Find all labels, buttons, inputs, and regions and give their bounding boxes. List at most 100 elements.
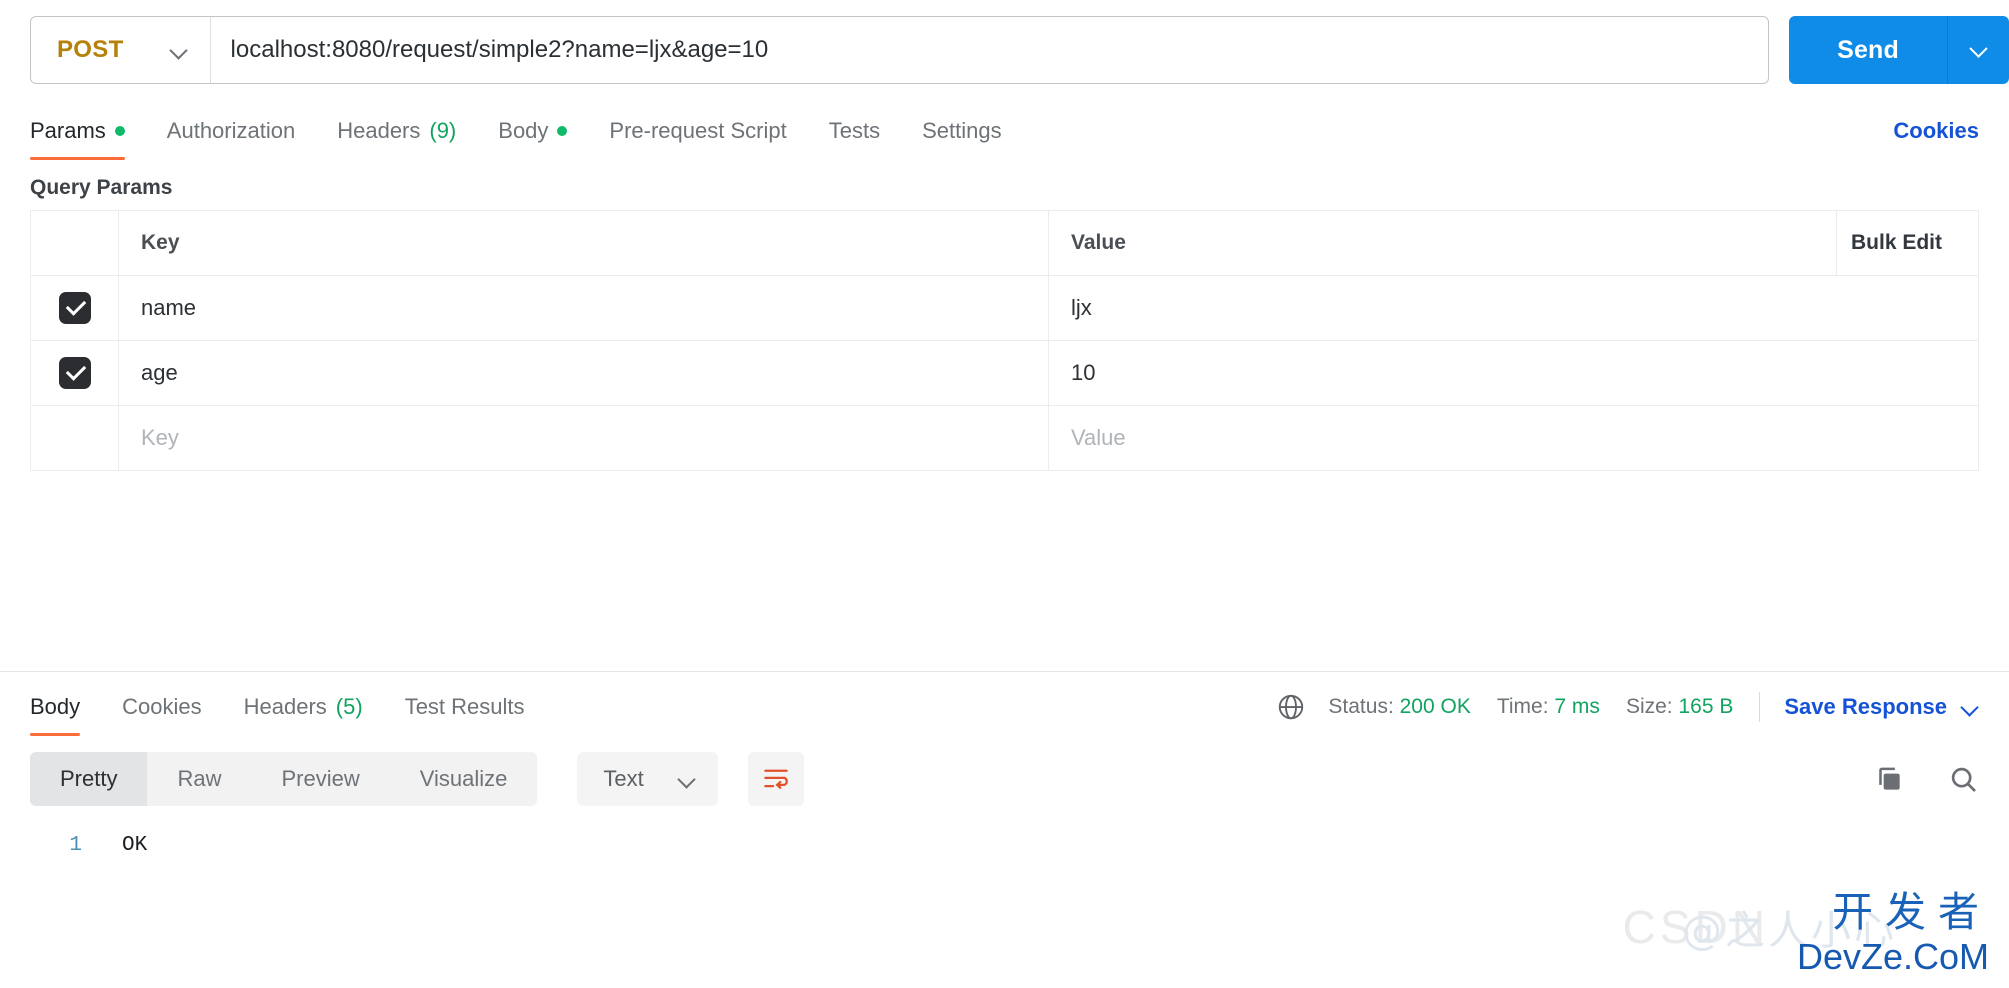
response-tab-test-results[interactable]: Test Results: [405, 694, 525, 736]
watermark-csdn: CSDN: [1622, 901, 1769, 953]
param-key-input[interactable]: age: [118, 340, 1049, 406]
view-mode-pretty[interactable]: Pretty: [30, 752, 148, 806]
watermark-chinese: 开发者: [1832, 888, 1991, 936]
table-body: name ljx age 10 Key Value: [30, 275, 1979, 471]
response-toolbar-actions: [1873, 763, 1979, 795]
response-meta: Status: 200 OK Time: 7 ms Size: 165 B Sa…: [1276, 692, 1979, 722]
request-tab-pre-request-script[interactable]: Pre-request Script: [609, 118, 786, 160]
url-bar: POST: [30, 16, 1770, 84]
table-header: Key Value Bulk Edit: [30, 210, 1979, 276]
watermark-domain: DevZe.CoM: [1796, 936, 1989, 977]
table-row: age 10: [30, 340, 1979, 406]
chevron-down-icon: [170, 41, 188, 59]
tab-label: Authorization: [166, 118, 296, 143]
size-badge: Size: 165 B: [1626, 695, 1733, 719]
response-tab-body[interactable]: Body: [30, 694, 81, 736]
size-label: Size:: [1625, 695, 1673, 718]
request-tab-params[interactable]: Params: [30, 118, 125, 160]
send-button[interactable]: Send: [1789, 16, 1947, 84]
chevron-down-icon: [678, 770, 696, 788]
view-mode-visualize[interactable]: Visualize: [390, 752, 538, 806]
query-params-table: Key Value Bulk Edit name ljx age 10 Key Value: [30, 210, 1979, 471]
line-number: 1: [69, 834, 82, 857]
copy-icon[interactable]: [1873, 763, 1905, 795]
save-response-label: Save Response: [1784, 694, 1947, 719]
row-checkbox-cell: [30, 275, 119, 341]
request-tab-body[interactable]: Body: [498, 118, 568, 160]
save-response-button[interactable]: Save Response: [1784, 694, 1979, 720]
code-content: OK: [90, 834, 147, 857]
request-bar: POST Send: [0, 0, 2009, 98]
row-checkbox-cell-empty[interactable]: [30, 405, 119, 471]
request-tab-headers[interactable]: Headers (9): [337, 118, 456, 160]
tab-label: Headers: [337, 118, 421, 143]
tab-count: (5): [335, 694, 363, 719]
tab-modified-dot-icon: [114, 126, 125, 136]
time-badge: Time: 7 ms: [1497, 695, 1600, 719]
checkbox-checked-icon[interactable]: [58, 357, 91, 389]
meta-divider: [1759, 692, 1761, 722]
column-header-key: Key: [118, 210, 1049, 276]
time-label: Time:: [1496, 695, 1549, 718]
tab-modified-dot-icon: [557, 126, 568, 136]
watermark-ghost-text: @之人小心: [1682, 908, 1897, 954]
word-wrap-button[interactable]: [747, 752, 804, 806]
chevron-down-icon: [1970, 39, 1988, 57]
view-mode-raw[interactable]: Raw: [147, 752, 251, 806]
new-param-key-input[interactable]: Key: [118, 405, 1049, 471]
bulk-edit-button[interactable]: Bulk Edit: [1836, 210, 1979, 276]
status-badge: Status: 200 OK: [1328, 695, 1470, 719]
send-group: Send: [1789, 16, 2009, 84]
new-param-value-input[interactable]: Value: [1048, 405, 1979, 471]
cookies-link[interactable]: Cookies: [1893, 118, 1979, 144]
tab-label: Headers: [243, 694, 327, 719]
tab-label: Settings: [922, 118, 1002, 143]
tab-label: Params: [30, 118, 106, 143]
tab-label: Body: [498, 118, 549, 143]
param-key-input[interactable]: name: [118, 275, 1049, 341]
tab-label: Body: [30, 694, 81, 719]
query-params-title: Query Params: [30, 176, 173, 199]
request-tab-authorization[interactable]: Authorization: [167, 118, 295, 160]
tab-label: Test Results: [404, 694, 525, 719]
response-format-label: Text: [603, 766, 644, 791]
http-method-dropdown[interactable]: POST: [31, 17, 211, 83]
tab-label: Tests: [828, 118, 881, 143]
column-header-checkbox: [30, 210, 119, 276]
response-body-code[interactable]: 1 OK: [0, 816, 2009, 857]
row-checkbox-cell: [30, 340, 119, 406]
tab-count: (9): [429, 118, 457, 143]
time-value: 7 ms: [1554, 695, 1600, 718]
status-label: Status:: [1328, 695, 1394, 718]
table-row: name ljx: [30, 275, 1979, 341]
chevron-down-icon: [1961, 698, 1979, 716]
request-tab-tests[interactable]: Tests: [829, 118, 880, 160]
param-value-input[interactable]: 10: [1048, 340, 1979, 406]
response-format-dropdown[interactable]: Text: [577, 752, 718, 806]
table-header-row: Key Value Bulk Edit: [30, 210, 1979, 276]
checkbox-checked-icon[interactable]: [58, 292, 91, 324]
url-input[interactable]: [210, 36, 1769, 64]
column-header-value: Value: [1048, 210, 1837, 276]
search-icon[interactable]: [1947, 763, 1979, 795]
code-line: OK: [122, 834, 148, 857]
view-mode-segmented-control: Pretty Raw Preview Visualize: [30, 752, 538, 806]
response-tab-cookies[interactable]: Cookies: [122, 694, 201, 736]
response-tab-headers[interactable]: Headers (5): [244, 694, 363, 736]
globe-icon: [1276, 692, 1306, 722]
table-row-empty: Key Value: [30, 405, 1979, 471]
response-body-toolbar: Pretty Raw Preview Visualize Text: [0, 736, 2009, 816]
http-method-label: POST: [57, 36, 124, 63]
request-tab-bar: Params Authorization Headers (9) Body Pre-req…: [0, 98, 2009, 160]
tab-label: Cookies: [122, 694, 202, 719]
request-tab-settings[interactable]: Settings: [922, 118, 1002, 160]
send-options-button[interactable]: [1947, 16, 2009, 84]
tab-label: Pre-request Script: [609, 118, 787, 143]
response-tab-bar: Body Cookies Headers (5) Test Results Status…: [0, 672, 2009, 736]
status-value: 200 OK: [1399, 695, 1471, 718]
size-value: 165 B: [1678, 695, 1734, 718]
view-mode-preview[interactable]: Preview: [251, 752, 389, 806]
request-pane-spacer: [0, 471, 2009, 671]
param-value-input[interactable]: ljx: [1048, 275, 1979, 341]
line-number-gutter: 1: [0, 834, 90, 857]
